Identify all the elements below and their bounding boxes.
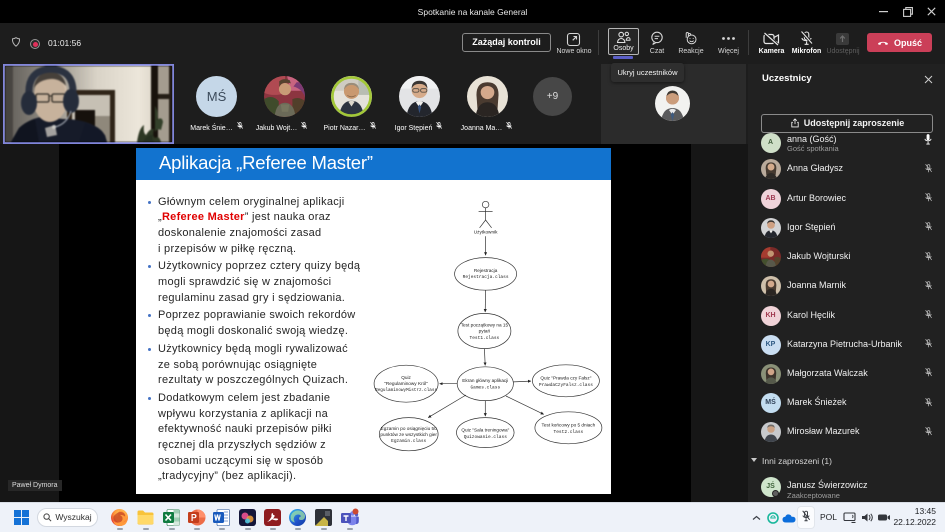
svg-text:"Regulaminowy Król": "Regulaminowy Król" <box>384 381 428 386</box>
svg-text:pytań: pytań <box>479 329 491 334</box>
svg-text:Egzamin.class: Egzamin.class <box>391 438 426 444</box>
svg-text:Test2.class: Test2.class <box>554 429 584 435</box>
svg-text:Quiz "Prawda czy Fałsz": Quiz "Prawda czy Fałsz" <box>540 376 591 381</box>
svg-text:Quiz: Quiz <box>401 375 411 380</box>
svg-text:punktów ze wszystkich gier: punktów ze wszystkich gier <box>380 432 437 437</box>
svg-text:RegulaminowyMistrz.class: RegulaminowyMistrz.class <box>375 388 437 393</box>
svg-text:Test1.class: Test1.class <box>470 335 500 341</box>
svg-text:Test końcowy po 5 dniach: Test końcowy po 5 dniach <box>542 423 596 428</box>
svg-text:Rejestracja: Rejestracja <box>474 268 498 273</box>
svg-text:Rejestracja.class: Rejestracja.class <box>463 274 509 280</box>
svg-text:Quiz "Sala treningowa": Quiz "Sala treningowa" <box>461 427 509 432</box>
svg-text:Games.class: Games.class <box>470 385 500 391</box>
svg-text:Użytkownik: Użytkownik <box>474 230 498 235</box>
svg-text:PrawdaCzyFalsz.class: PrawdaCzyFalsz.class <box>539 382 593 388</box>
svg-text:Quizowanie.class: Quizowanie.class <box>464 434 508 440</box>
svg-text:Test początkowy na 15: Test początkowy na 15 <box>461 323 509 328</box>
svg-text:Egzamin po osiągnięciu 50: Egzamin po osiągnięciu 50 <box>381 426 437 431</box>
svg-text:Ekran główny aplikacji: Ekran główny aplikacji <box>462 378 508 383</box>
